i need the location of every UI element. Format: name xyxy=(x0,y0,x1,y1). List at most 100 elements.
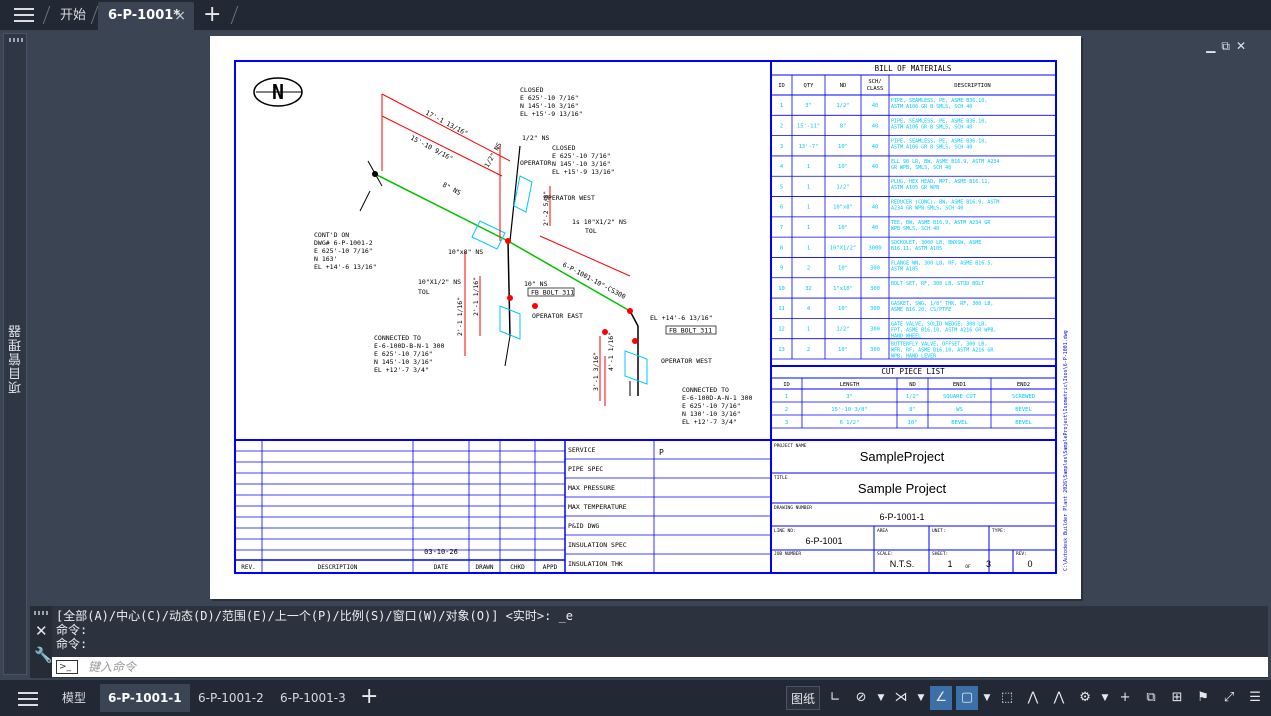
command-grip-icon[interactable] xyxy=(34,611,48,615)
isodraft-icon[interactable]: ⋊ xyxy=(890,686,912,710)
operator-east-label: OPERATOR EAST xyxy=(532,312,583,320)
clean-screen-icon[interactable]: ⚑ xyxy=(1192,686,1214,710)
bom-description-cell: B16.11, ASTM A105 xyxy=(891,246,942,252)
workspace-gear-icon[interactable]: ⚙ xyxy=(1074,686,1096,710)
paper-space-toggle[interactable]: 图纸 xyxy=(786,686,821,710)
bom-cell: 10"x8" xyxy=(833,205,853,211)
bom-cell: 1"x10" xyxy=(833,286,853,292)
sheet-number: 1 xyxy=(947,559,952,569)
revision-header-cell: REV. xyxy=(241,564,255,571)
drawing-canvas[interactable]: ▁⧉✕ N CLOSED E 625'-10 7/16" N 145'-10 3… xyxy=(30,33,1268,603)
connected-note-1-line-3: E 625'-10 7/16" xyxy=(374,350,433,358)
plus-icon[interactable]: + xyxy=(1114,686,1136,710)
scale-label: SCALE: xyxy=(877,551,893,557)
cut-cell: 10" xyxy=(908,420,918,426)
layout-menu-icon[interactable] xyxy=(18,692,38,706)
dimension-6: 1/2" NS xyxy=(522,134,549,142)
spec-label: SERVICE xyxy=(568,446,595,454)
bom-cell: 1 xyxy=(807,327,810,333)
close-viewport-icon[interactable]: ✕ xyxy=(1236,39,1252,53)
new-tab-plus-icon[interactable]: + xyxy=(203,3,221,27)
bom-cell: 3 xyxy=(780,144,783,150)
command-input[interactable] xyxy=(88,657,1258,677)
unit-label: UNIT: xyxy=(932,528,946,534)
layout-tab-6-p-1001-3[interactable]: 6-P-1001-3 xyxy=(272,684,354,712)
type-label: TYPE: xyxy=(992,528,1006,534)
layout-tab-model[interactable]: 模型 xyxy=(54,684,94,712)
isolate-objects-icon[interactable]: ⧉ xyxy=(1140,686,1162,710)
object-snap-icon[interactable]: ▢ xyxy=(956,686,979,710)
bom-cell: 1 xyxy=(807,225,810,231)
connected-note-1-line-1: CONNECTED TO xyxy=(374,334,421,342)
layout-tab-6-p-1001-2[interactable]: 6-P-1001-2 xyxy=(190,684,272,712)
fullscreen-icon[interactable]: ⤢ xyxy=(1218,686,1240,710)
revision-date: 03-10-26 xyxy=(424,548,458,556)
cut-header-cell: ND xyxy=(909,382,916,388)
command-prompt-icon[interactable]: >_ xyxy=(56,660,78,674)
bom-cell: 2 xyxy=(807,347,810,353)
minimize-icon[interactable]: ▁ xyxy=(1206,39,1221,53)
cut-list-title: CUT PIECE LIST xyxy=(881,367,945,376)
bom-description-cell: ASTM A106 GR B SMLS, SCH 40 xyxy=(891,104,972,110)
bom-cell: 40 xyxy=(872,123,879,129)
project-manager-palette[interactable]: 项目管理器 xyxy=(3,33,27,675)
workspace-dropdown-icon[interactable]: ▼ xyxy=(1100,686,1110,710)
project-manager-label[interactable]: 项目管理器 xyxy=(7,324,25,394)
title-label: TITLE xyxy=(774,475,788,481)
tab-start[interactable]: 开始 xyxy=(50,2,96,30)
job-number-label: JOB NUMBER xyxy=(774,551,801,557)
contd-note-line-5: EL +14'-6 13/16" xyxy=(314,263,377,271)
isometric-drawing-svg: N CLOSED E 625'-10 7/16" N 145'-10 3/16"… xyxy=(234,60,1069,574)
bom-cell: 40 xyxy=(872,144,879,150)
lineweight-icon[interactable]: ∠ xyxy=(930,686,953,710)
spec-label: MAX PRESSURE xyxy=(568,484,615,492)
cut-cell: BEVEL xyxy=(951,420,968,426)
closed-note-2-line-4: EL +15'-9 13/16" xyxy=(552,168,615,176)
cut-cell: 3 xyxy=(785,420,788,426)
file-path-label: C:\Autodesk Builder Plant 2026\Samples\S… xyxy=(1063,330,1069,571)
hardware-acceleration-icon[interactable]: ⊞ xyxy=(1166,686,1188,710)
annotation-scale-icon[interactable]: ⋀ xyxy=(1048,686,1070,710)
contd-note-line-4: N 163' xyxy=(314,255,337,263)
command-history-line: [全部(A)/中心(C)/动态(D)/范围(E)/上一个(P)/比例(S)/窗口… xyxy=(56,609,573,623)
close-tab-icon[interactable]: × xyxy=(174,2,186,30)
bom-header-cell: QTY xyxy=(804,83,815,89)
command-history-line: 命令: xyxy=(56,637,88,651)
osnap-dropdown-icon[interactable]: ▼ xyxy=(982,686,992,710)
isodraft-dropdown-icon[interactable]: ▼ xyxy=(916,686,926,710)
bom-cell: 300 xyxy=(870,347,880,353)
file-tab-bar: 开始 6-P-1001* × + xyxy=(0,0,1271,30)
customize-wrench-icon[interactable]: 🔧 xyxy=(34,646,53,664)
ortho-icon[interactable]: ∟ xyxy=(824,686,846,710)
application-menu-icon[interactable] xyxy=(14,8,34,22)
layout-tab-6-p-1001-1[interactable]: 6-P-1001-1 xyxy=(100,684,190,712)
bom-cell: 1/2" xyxy=(836,327,849,333)
operator-west-label-2: OPERATOR WEST xyxy=(661,357,712,365)
annotation-visibility-icon[interactable]: ⋀ xyxy=(1022,686,1044,710)
vertical-dimension-3: 2'-2 5/8" xyxy=(542,191,550,226)
add-layout-plus-icon[interactable]: + xyxy=(360,684,378,710)
polar-tracking-icon[interactable]: ⊘ xyxy=(850,686,872,710)
bom-title: BILL OF MATERIALS xyxy=(875,64,952,73)
rev-value: 0 xyxy=(1027,559,1032,569)
spec-label: MAX TEMPERATURE xyxy=(568,503,627,511)
area-label: AREA xyxy=(877,528,888,534)
customization-menu-icon[interactable]: ☰ xyxy=(1244,686,1266,710)
vertical-dimension-1: 2'-1 1/16" xyxy=(456,297,464,336)
contd-note-line-1: CONT'D ON xyxy=(314,231,349,239)
close-command-icon[interactable]: ✕ xyxy=(35,622,48,640)
closed-note-1-line-2: E 625'-10 7/16" xyxy=(520,94,579,102)
tab-drawing-6-p-1001[interactable]: 6-P-1001* × xyxy=(98,2,194,30)
bom-description-cell: ASTM A106 GR B SMLS, SCH 40 xyxy=(891,124,972,130)
operator-label: OPERATOR xyxy=(520,159,551,167)
bom-header-cell: DESCRIPTION xyxy=(954,83,990,89)
spec-label: P&ID DWG xyxy=(568,522,599,530)
palette-grip-icon[interactable] xyxy=(9,38,23,42)
cut-cell: BEVEL xyxy=(1015,420,1032,426)
bom-cell: 40 xyxy=(872,164,879,170)
restore-icon[interactable]: ⧉ xyxy=(1221,39,1236,53)
bom-header-cell: ND xyxy=(840,83,847,89)
selection-cycling-icon[interactable]: ⬚ xyxy=(996,686,1018,710)
polar-dropdown-icon[interactable]: ▼ xyxy=(876,686,886,710)
bom-header-cell: SCH/ xyxy=(868,79,881,85)
